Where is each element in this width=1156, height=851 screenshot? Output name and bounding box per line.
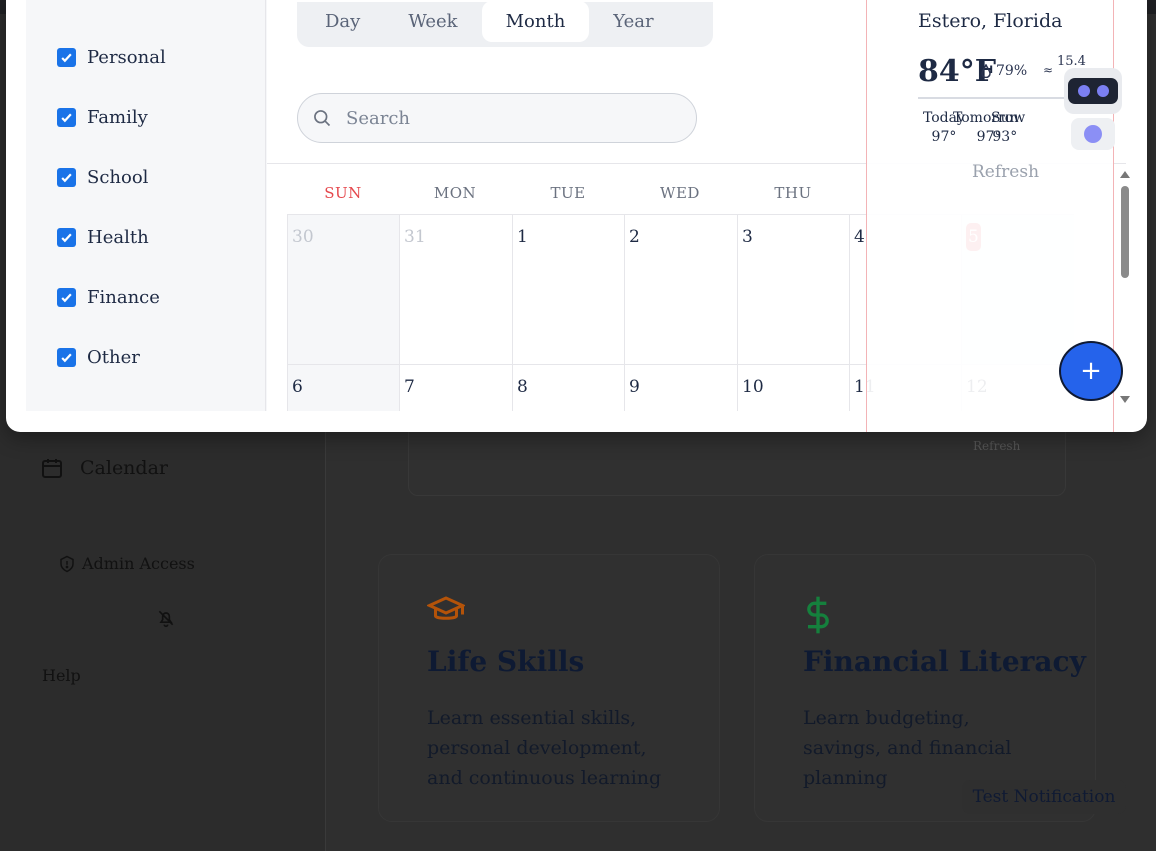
weather-humidity: 79% — [980, 63, 1027, 79]
shield-icon — [60, 555, 74, 572]
checkbox-checked-icon[interactable] — [57, 348, 76, 367]
category-filters: Personal Family School Health Finance Ot… — [26, 0, 266, 411]
help-link[interactable]: Help — [42, 666, 81, 685]
view-switcher: Day Week Month Year — [297, 1, 713, 47]
sidebar-item-calendar[interactable]: Calendar — [40, 456, 168, 480]
notifications-off-button[interactable] — [156, 608, 176, 632]
admin-access-label: Admin Access — [82, 554, 195, 573]
tab-day[interactable]: Day — [301, 1, 384, 42]
forecast-temp: 93° — [992, 129, 1018, 145]
day-cell[interactable]: 30 — [287, 214, 400, 364]
dollar-icon — [807, 596, 829, 634]
droplet-icon — [981, 64, 991, 78]
checkbox-checked-icon[interactable] — [57, 168, 76, 187]
filter-health[interactable]: Health — [57, 227, 149, 248]
tab-week[interactable]: Week — [384, 1, 481, 42]
weather-city: Estero, Florida — [918, 10, 1063, 32]
weekday-header: SUN — [324, 184, 362, 202]
day-cell[interactable]: 8 — [512, 364, 625, 411]
robot-icon — [1064, 68, 1122, 114]
wind-icon: ≈ — [1043, 63, 1054, 77]
checkbox-checked-icon[interactable] — [57, 228, 76, 247]
sidebar-item-label: Calendar — [80, 457, 168, 479]
tab-year[interactable]: Year — [589, 1, 677, 42]
day-cell[interactable]: 9 — [624, 364, 737, 411]
scroll-down-arrow-icon[interactable] — [1119, 394, 1131, 404]
wind-value: 15.4 — [1057, 54, 1086, 69]
weekday-header: WED — [660, 184, 700, 202]
checkbox-checked-icon[interactable] — [57, 48, 76, 67]
checkbox-checked-icon[interactable] — [57, 108, 76, 127]
filter-label: Personal — [87, 47, 166, 68]
life-skills-card[interactable]: Life Skills Learn essential skills, pers… — [378, 554, 720, 822]
weekday-header: MON — [433, 184, 477, 202]
admin-access-link[interactable]: Admin Access — [58, 554, 195, 573]
tab-month[interactable]: Month — [481, 1, 590, 42]
test-notification-button[interactable]: Test Notification — [962, 780, 1126, 814]
search-icon — [314, 110, 331, 127]
weekday-header: TUE — [550, 184, 586, 202]
day-cell[interactable]: 6 — [287, 364, 400, 411]
graduation-cap-icon — [427, 596, 465, 620]
filter-finance[interactable]: Finance — [57, 287, 160, 308]
filter-label: School — [87, 167, 149, 188]
filter-label: Other — [87, 347, 140, 368]
filter-personal[interactable]: Personal — [57, 47, 166, 68]
day-cell[interactable]: 31 — [399, 214, 512, 364]
filter-label: Health — [87, 227, 149, 248]
divider — [918, 97, 1064, 99]
forecast-sun: Sun 93° — [991, 110, 1019, 145]
bell-off-icon — [158, 610, 174, 628]
day-cell[interactable]: 7 — [399, 364, 512, 411]
day-cell[interactable]: 2 — [624, 214, 737, 364]
card-title: Financial Literacy — [803, 645, 1086, 678]
filter-family[interactable]: Family — [57, 107, 148, 128]
add-event-button[interactable]: + — [1059, 341, 1123, 401]
calendar-icon — [42, 459, 62, 478]
card-description: Learn essential skills, personal develop… — [427, 707, 662, 789]
filter-label: Finance — [87, 287, 160, 308]
filter-other[interactable]: Other — [57, 347, 140, 368]
weather-refresh-button[interactable]: Refresh — [972, 162, 1039, 182]
search-input-placeholder: Search — [346, 107, 410, 129]
forecast-day: Sun — [991, 110, 1019, 126]
weather-refresh-button[interactable]: Refresh — [973, 439, 1020, 453]
card-title: Life Skills — [427, 645, 585, 678]
filter-label: Family — [87, 107, 148, 128]
calendar-modal: Personal Family School Health Finance Ot… — [6, 0, 1147, 432]
search-field[interactable]: Search — [297, 93, 697, 143]
scrollbar-thumb[interactable] — [1121, 186, 1129, 278]
checkbox-checked-icon[interactable] — [57, 288, 76, 307]
assistant-bot-button[interactable] — [1064, 68, 1122, 150]
day-cell[interactable]: 10 — [737, 364, 850, 411]
day-cell[interactable]: 3 — [737, 214, 850, 364]
filter-school[interactable]: School — [57, 167, 148, 188]
scroll-up-arrow-icon[interactable] — [1119, 170, 1131, 180]
day-cell[interactable]: 1 — [512, 214, 625, 364]
humidity-value: 79% — [996, 63, 1028, 79]
weekday-header: THU — [774, 184, 812, 202]
